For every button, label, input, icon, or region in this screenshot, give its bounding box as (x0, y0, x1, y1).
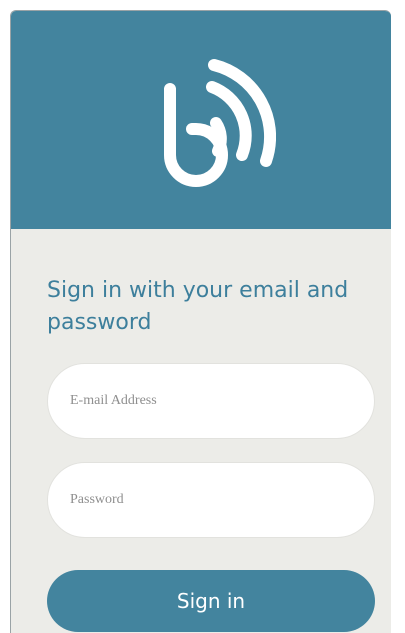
password-field-container[interactable] (47, 462, 375, 538)
header-banner (11, 11, 391, 229)
signin-heading: Sign in with your email and password (47, 278, 349, 335)
password-field[interactable] (70, 463, 350, 537)
email-field-container[interactable] (47, 363, 375, 439)
email-field[interactable] (70, 364, 350, 438)
b-signal-logo-icon (164, 59, 276, 187)
app-screen: Sign in with your email and password Sig… (10, 10, 391, 633)
sign-in-button[interactable]: Sign in (47, 570, 375, 632)
